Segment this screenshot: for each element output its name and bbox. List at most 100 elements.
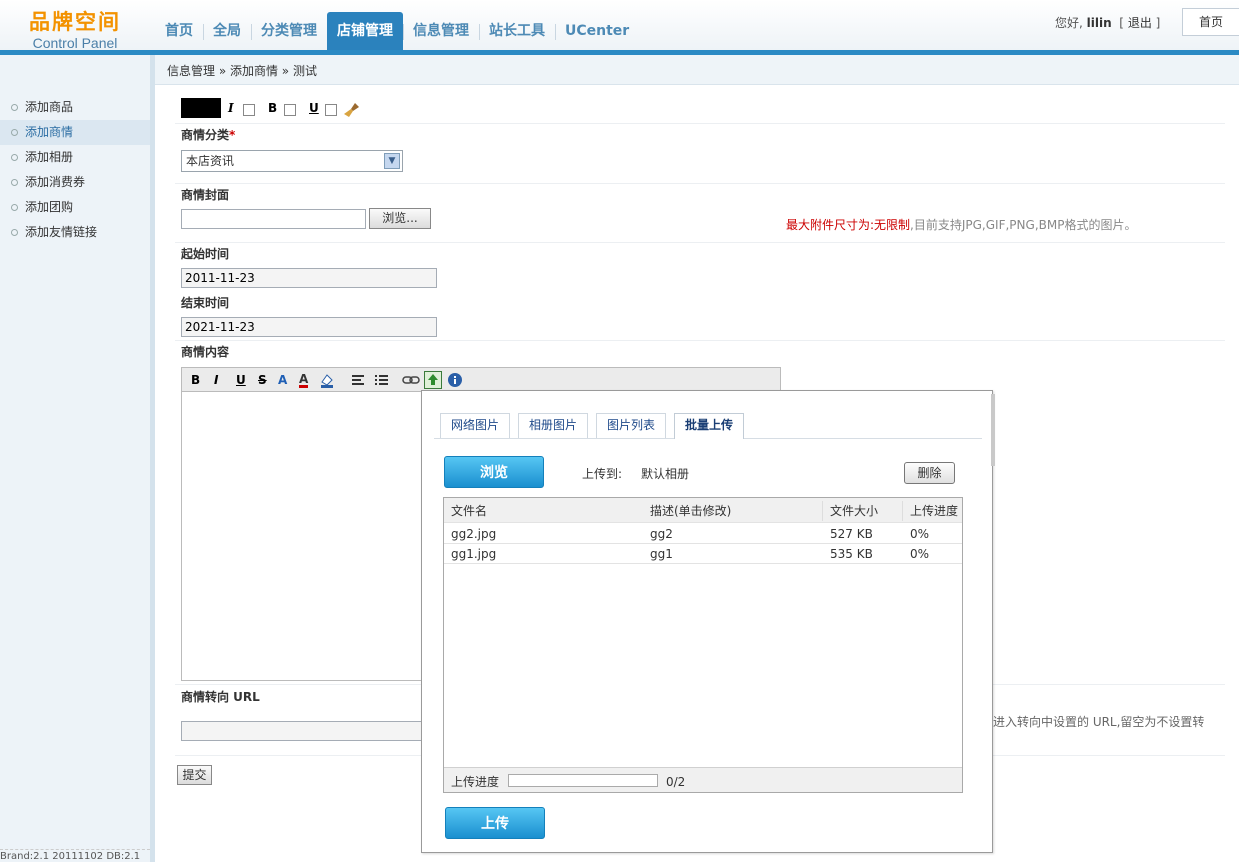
upload-image-icon[interactable] — [424, 371, 442, 389]
content-label: 商情内容 — [181, 345, 230, 359]
cover-file-input[interactable] — [181, 209, 366, 229]
redirect-url-input[interactable] — [181, 721, 423, 741]
required-mark: * — [229, 128, 236, 142]
sidebar-item-add-link[interactable]: 添加友情链接 — [0, 220, 150, 245]
bold-checkbox[interactable] — [284, 104, 296, 116]
italic-checkbox[interactable] — [243, 104, 255, 116]
column-size: 文件大小 — [822, 501, 878, 521]
nav-tab-global[interactable]: 全局 — [203, 12, 251, 50]
dialog-tabs: 网络图片 相册图片 图片列表 批量上传 — [440, 413, 752, 439]
editor-strike-button[interactable]: S — [258, 373, 267, 387]
content-editor[interactable] — [181, 392, 423, 681]
title-color-picker[interactable] — [181, 98, 221, 118]
logout-bracket-close: ] — [1155, 16, 1161, 30]
category-select-value: 本店资讯 — [186, 154, 235, 168]
row-filename: gg2.jpg — [451, 527, 497, 541]
nav-tab-ucenter[interactable]: UCenter — [555, 12, 639, 50]
file-table: 文件名 描述(单击修改) 文件大小 上传进度 gg2.jpg gg2 527 K… — [443, 497, 963, 793]
upload-progress-bar-area: 上传进度 0/2 — [444, 767, 962, 792]
bold-label: B — [268, 101, 278, 115]
batch-upload-dialog: 网络图片 相册图片 图片列表 批量上传 浏览 上传到: 默认相册 删除 文件名 … — [421, 390, 993, 853]
submit-button[interactable]: 提交 — [177, 765, 212, 785]
editor-font-size-button[interactable]: A — [278, 373, 287, 387]
editor-toolbar: B I U S A A — [181, 367, 781, 392]
end-time-label: 结束时间 — [181, 296, 230, 310]
editor-bold-button[interactable]: B — [191, 373, 200, 387]
logout-link[interactable]: 退出 — [1128, 16, 1152, 30]
underline-checkbox[interactable] — [325, 104, 337, 116]
info-icon[interactable] — [447, 372, 463, 388]
greeting: 您好, — [1055, 16, 1083, 30]
editor-font-color-button[interactable]: A — [299, 373, 309, 388]
size-note-formats: ,目前支持JPG,GIF,PNG,BMP格式的图片。 — [910, 218, 1137, 232]
italic-label: I — [228, 101, 234, 115]
row-size: 535 KB — [830, 547, 873, 561]
category-select[interactable]: 本店资讯 ▼ — [181, 150, 403, 172]
table-row[interactable]: gg1.jpg gg1 535 KB 0% — [444, 544, 962, 564]
nav-tab-info[interactable]: 信息管理 — [403, 12, 479, 50]
row-description[interactable]: gg1 — [650, 544, 673, 564]
tab-image-list[interactable]: 图片列表 — [596, 413, 667, 438]
url-label: 商情转向 URL — [181, 690, 260, 704]
upload-button[interactable]: 上传 — [445, 807, 545, 839]
sidebar-item-add-album[interactable]: 添加相册 — [0, 145, 150, 170]
row-description[interactable]: gg2 — [650, 524, 673, 544]
tab-batch-upload[interactable]: 批量上传 — [674, 413, 745, 439]
delete-button[interactable]: 删除 — [904, 462, 955, 484]
progress-bar — [508, 774, 658, 787]
sidebar-item-add-product[interactable]: 添加商品 — [0, 95, 150, 120]
form-divider — [175, 242, 1225, 243]
start-time-label: 起始时间 — [181, 247, 230, 261]
broom-icon[interactable] — [343, 101, 361, 119]
progress-label: 上传进度 — [451, 775, 500, 789]
form-divider — [175, 183, 1225, 184]
main-nav: 首页 全局 分类管理 店铺管理 信息管理 站长工具 UCenter — [155, 12, 639, 50]
highlight-icon[interactable] — [319, 372, 335, 388]
chevron-down-icon: ▼ — [384, 153, 400, 169]
tab-web-image[interactable]: 网络图片 — [440, 413, 511, 438]
sidebar-item-add-groupbuy[interactable]: 添加团购 — [0, 195, 150, 220]
nav-tab-shop[interactable]: 店铺管理 — [327, 12, 403, 50]
cover-browse-button[interactable]: 浏览... — [369, 208, 431, 229]
category-label: 商情分类* — [181, 126, 235, 143]
table-row[interactable]: gg2.jpg gg2 527 KB 0% — [444, 524, 962, 544]
upload-to-label: 上传到: — [582, 467, 623, 481]
underline-label: U — [309, 101, 319, 115]
nav-tab-home[interactable]: 首页 — [155, 12, 203, 50]
logout-bracket-open: [ — [1119, 16, 1124, 30]
header: 品牌空间 Control Panel 首页 全局 分类管理 店铺管理 信息管理 … — [0, 0, 1239, 51]
sidebar-item-add-info[interactable]: 添加商情 — [0, 120, 150, 145]
nav-tab-tools[interactable]: 站长工具 — [479, 12, 555, 50]
album-name: 默认相册 — [641, 467, 690, 481]
home-button[interactable]: 首页 — [1182, 8, 1239, 36]
sidebar: 添加商品 添加商情 添加相册 添加消费券 添加团购 添加友情链接 — [0, 95, 150, 245]
nav-tab-category[interactable]: 分类管理 — [251, 12, 327, 50]
column-description: 描述(单击修改) — [650, 504, 732, 518]
control-panel-page: 品牌空间 Control Panel 首页 全局 分类管理 店铺管理 信息管理 … — [0, 0, 1239, 862]
align-icon[interactable] — [351, 373, 367, 387]
link-icon[interactable] — [402, 374, 420, 386]
sidebar-item-add-coupon[interactable]: 添加消费券 — [0, 170, 150, 195]
form-divider — [175, 123, 1225, 124]
sidebar-divider — [150, 55, 155, 862]
end-time-input[interactable]: 2021-11-23 — [181, 317, 437, 337]
username: lilin — [1086, 16, 1112, 30]
dialog-scrollbar[interactable] — [991, 394, 995, 466]
category-label-text: 商情分类 — [181, 128, 230, 142]
column-progress: 上传进度 — [902, 501, 958, 521]
size-note: 最大附件尺寸为:无限制,目前支持JPG,GIF,PNG,BMP格式的图片。 — [786, 216, 1136, 233]
url-note: 进入转向中设置的 URL,留空为不设置转 — [993, 715, 1205, 729]
version-info: Brand:2.1 20111102 DB:2.1 — [0, 849, 150, 862]
editor-underline-button[interactable]: U — [236, 373, 246, 387]
editor-italic-button[interactable]: I — [214, 373, 218, 387]
tab-album-image[interactable]: 相册图片 — [518, 413, 589, 438]
row-filename: gg1.jpg — [451, 547, 497, 561]
user-area: 您好, lilin [ 退出 ] — [1055, 14, 1160, 31]
start-time-input[interactable]: 2011-11-23 — [181, 268, 437, 288]
row-progress: 0% — [910, 527, 930, 541]
row-progress: 0% — [910, 547, 930, 561]
size-note-limit: 最大附件尺寸为:无限制 — [786, 218, 911, 232]
list-icon[interactable] — [374, 373, 390, 387]
logo-brand: 品牌空间 — [29, 10, 121, 34]
dialog-browse-button[interactable]: 浏览 — [444, 456, 544, 488]
